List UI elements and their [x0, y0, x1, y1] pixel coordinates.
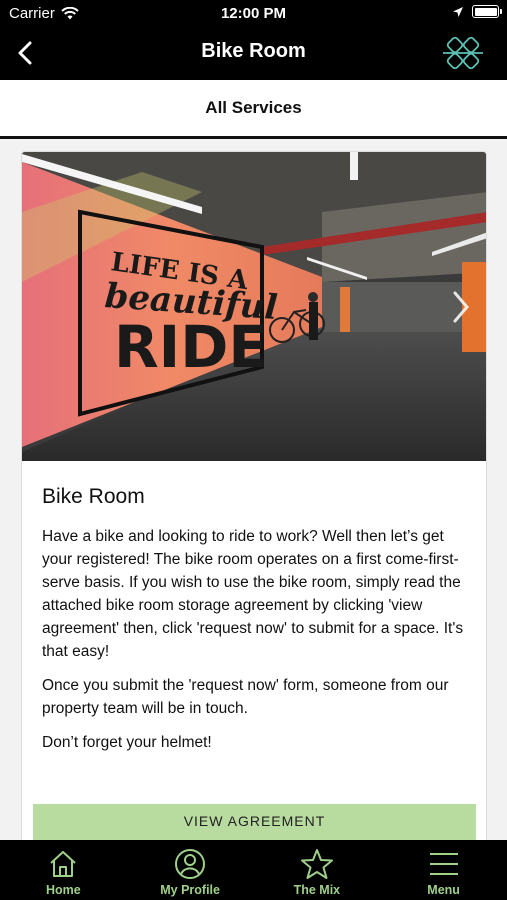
star-icon — [300, 849, 333, 879]
battery-icon — [472, 5, 502, 18]
description-paragraph-1: Have a bike and looking to ride to work?… — [42, 528, 464, 660]
tab-menu-label: Menu — [427, 883, 460, 897]
menu-icon — [429, 853, 458, 875]
page-title: Bike Room — [201, 40, 306, 62]
profile-icon — [175, 849, 206, 879]
tab-home-label: Home — [46, 883, 81, 897]
view-agreement-button[interactable]: VIEW AGREEMENT — [33, 804, 476, 840]
status-bar: Carrier 12:00 PM — [0, 0, 507, 28]
content-area[interactable]: LIFE IS A beautiful RIDE Bike Room Have … — [0, 139, 507, 840]
status-right — [452, 5, 502, 18]
home-icon — [50, 851, 77, 877]
clock: 12:00 PM — [220, 5, 287, 22]
tab-my-profile-label: My Profile — [160, 883, 220, 897]
service-title: Bike Room — [42, 485, 145, 508]
service-card: LIFE IS A beautiful RIDE Bike Room Have … — [21, 151, 487, 840]
navigation-bar: Bike Room — [0, 28, 507, 80]
tab-the-mix-label: The Mix — [293, 883, 341, 897]
tab-home[interactable]: Home — [0, 840, 127, 900]
mural-lettering: LIFE IS A beautiful RIDE — [103, 247, 278, 381]
description-paragraph-3: Don’t forget your helmet! — [42, 734, 212, 751]
tab-my-profile[interactable]: My Profile — [127, 840, 254, 900]
location-arrow-icon — [453, 6, 463, 17]
tab-bar: Home My Profile The Mix Menu — [0, 840, 507, 900]
tab-the-mix[interactable]: The Mix — [254, 840, 381, 900]
brand-logo-icon[interactable] — [441, 36, 485, 70]
hero-image-carousel[interactable]: LIFE IS A beautiful RIDE — [22, 152, 486, 461]
tab-menu[interactable]: Menu — [380, 840, 507, 900]
mural-line-3: RIDE — [114, 313, 268, 381]
chevron-right-icon[interactable] — [450, 290, 472, 324]
all-services-label: All Services — [205, 98, 302, 117]
services-subheader[interactable]: All Services — [0, 80, 507, 139]
card-body: Bike Room Have a bike and looking to rid… — [22, 461, 486, 754]
description-paragraph-2: Once you submit the 'request now' form, … — [42, 677, 449, 717]
